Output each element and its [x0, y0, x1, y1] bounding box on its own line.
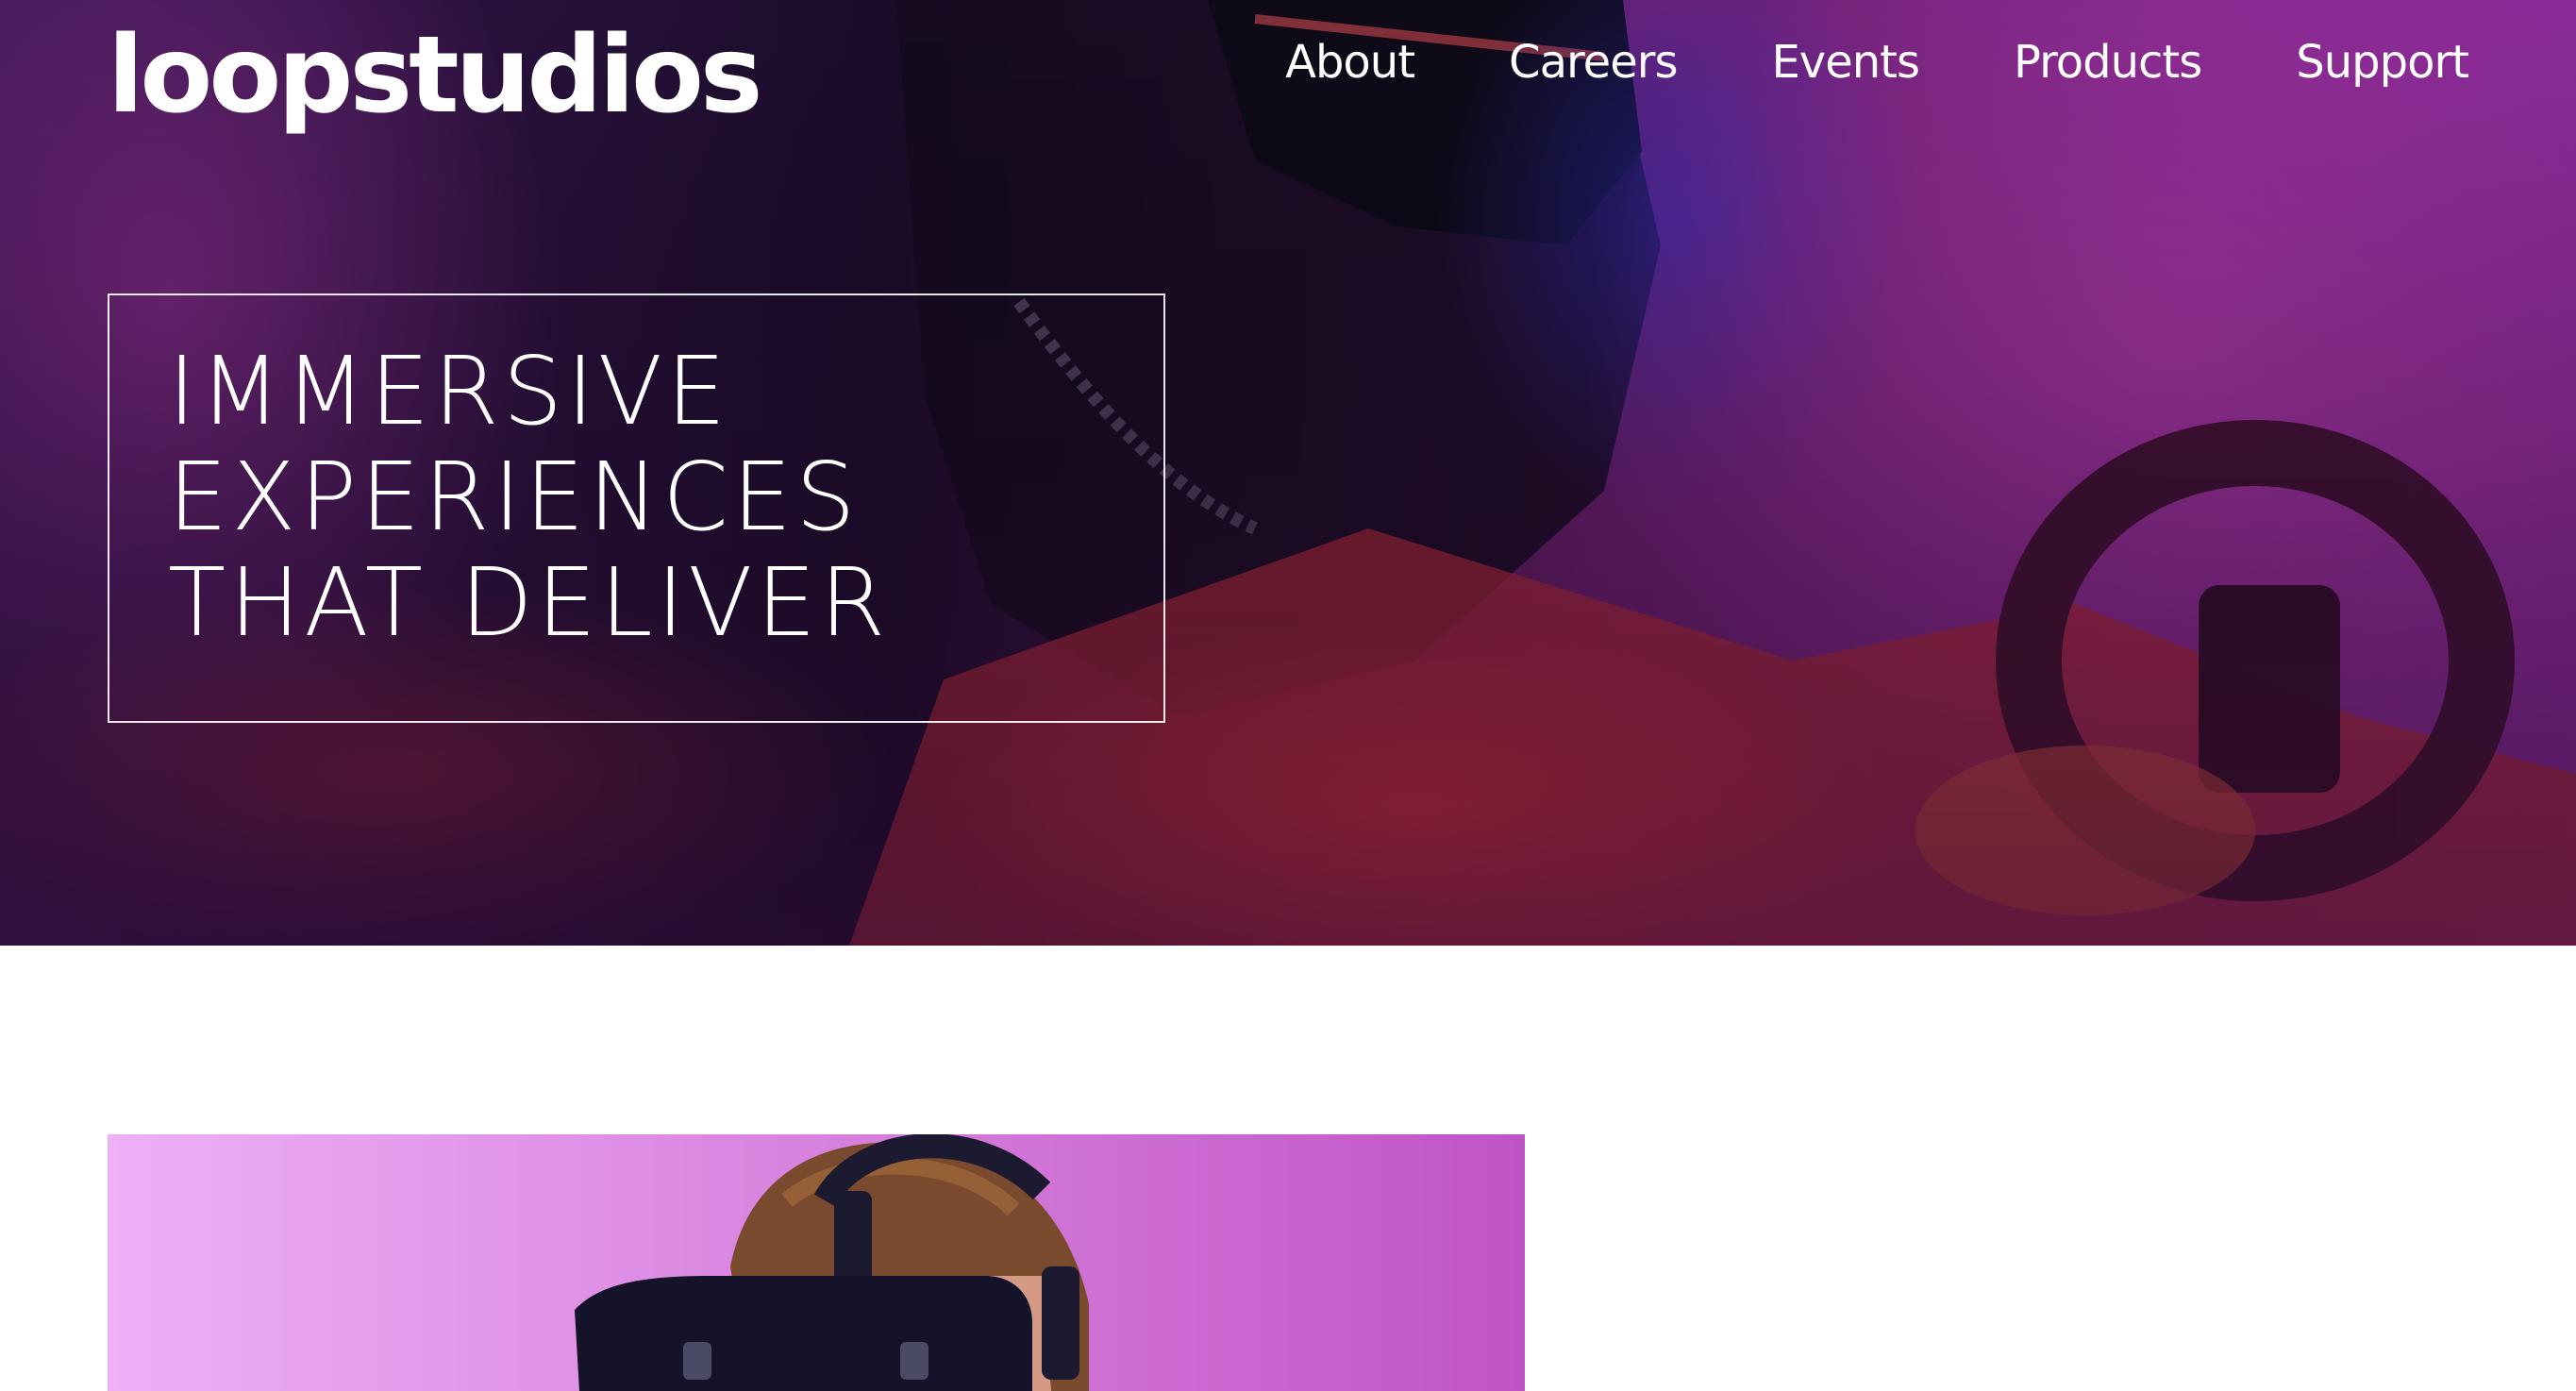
- hero-title-box: IMMERSIVE EXPERIENCES THAT DELIVER: [108, 293, 1165, 723]
- hero-title-line: IMMERSIVE: [168, 336, 730, 446]
- nav-link-events[interactable]: Events: [1771, 32, 1920, 92]
- hero-title: IMMERSIVE EXPERIENCES THAT DELIVER: [168, 339, 1105, 656]
- main-nav: About Careers Events Products Support: [1285, 32, 2469, 92]
- page: loopstudios About Careers Events Product…: [0, 0, 2576, 1391]
- nav-item-careers: Careers: [1509, 32, 1678, 92]
- nav-item-support: Support: [2296, 32, 2469, 92]
- logo[interactable]: loopstudios: [108, 9, 763, 142]
- nav-link-products[interactable]: Products: [2014, 32, 2202, 92]
- hero-title-line: THAT DELIVER: [168, 547, 890, 658]
- nav-link-support[interactable]: Support: [2296, 32, 2469, 92]
- hero-title-line: EXPERIENCES: [168, 442, 860, 552]
- nav-item-events: Events: [1771, 32, 1920, 92]
- hero-section: loopstudios About Careers Events Product…: [0, 0, 2576, 946]
- nav-item-about: About: [1285, 32, 1415, 92]
- nav-item-products: Products: [2014, 32, 2202, 92]
- feature-image: [108, 1134, 1525, 1391]
- nav-link-about[interactable]: About: [1285, 32, 1415, 92]
- nav-link-careers[interactable]: Careers: [1509, 32, 1678, 92]
